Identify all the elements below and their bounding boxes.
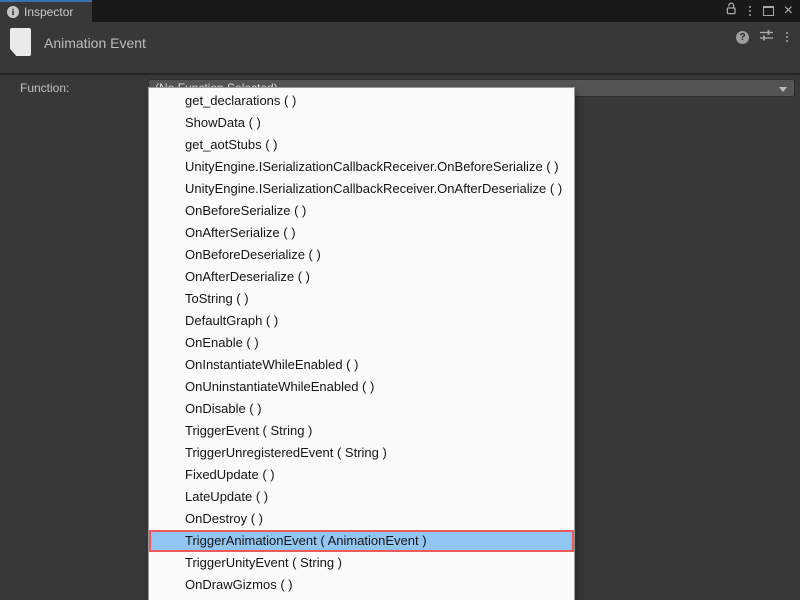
inspector-window: i Inspector × Animation Event ? <box>0 0 800 600</box>
maximize-icon[interactable] <box>763 6 774 16</box>
info-icon: i <box>7 6 19 18</box>
menu-item[interactable]: OnBeforeDeserialize ( ) <box>149 244 574 266</box>
menu-item-label: ToString ( ) <box>185 291 249 306</box>
menu-item-label: DefaultGraph ( ) <box>185 313 278 328</box>
tab-label: Inspector <box>24 5 73 19</box>
menu-item[interactable]: TriggerAnimationEvent ( AnimationEvent ) <box>149 530 574 552</box>
menu-item-label: UnityEngine.ISerializationCallbackReceiv… <box>185 181 562 196</box>
menu-item[interactable]: get_aotStubs ( ) <box>149 134 574 156</box>
menu-item-label: OnUninstantiateWhileEnabled ( ) <box>185 379 374 394</box>
menu-item[interactable]: OnDrawGizmos ( ) <box>149 574 574 596</box>
menu-item[interactable]: OnEnable ( ) <box>149 332 574 354</box>
menu-item-label: OnDrawGizmos ( ) <box>185 577 293 592</box>
tab-bar: i Inspector × <box>0 0 800 22</box>
menu-item[interactable]: UnityEngine.ISerializationCallbackReceiv… <box>149 156 574 178</box>
menu-item[interactable]: UnityEngine.ISerializationCallbackReceiv… <box>149 178 574 200</box>
menu-item-label: OnAfterDeserialize ( ) <box>185 269 310 284</box>
menu-item[interactable]: DefaultGraph ( ) <box>149 310 574 332</box>
topbar-icons: × <box>725 0 793 22</box>
menu-item-label: LateUpdate ( ) <box>185 489 268 504</box>
menu-item[interactable]: get_declarations ( ) <box>149 90 574 112</box>
menu-item[interactable]: ToString ( ) <box>149 288 574 310</box>
menu-item-label: OnInstantiateWhileEnabled ( ) <box>185 357 358 372</box>
tab-inspector[interactable]: i Inspector <box>0 0 92 22</box>
menu-item[interactable]: OnBeforeSerialize ( ) <box>149 200 574 222</box>
context-menu-icon[interactable] <box>784 30 790 44</box>
menu-item[interactable]: OnAfterSerialize ( ) <box>149 222 574 244</box>
presets-icon[interactable] <box>759 28 774 46</box>
menu-item[interactable]: TriggerEvent ( String ) <box>149 420 574 442</box>
header-icons: ? <box>736 28 790 46</box>
menu-item[interactable]: TriggerUnityEvent ( String ) <box>149 552 574 574</box>
function-menu: get_declarations ( ) ShowData ( ) get_ao… <box>148 87 575 600</box>
menu-item[interactable]: FixedUpdate ( ) <box>149 464 574 486</box>
menu-item[interactable]: ShowData ( ) <box>149 112 574 134</box>
component-header: Animation Event ? <box>0 22 800 75</box>
menu-item-label: ShowData ( ) <box>185 115 261 130</box>
menu-item-label: OnBeforeSerialize ( ) <box>185 203 306 218</box>
menu-item-label: TriggerUnregisteredEvent ( String ) <box>185 445 387 460</box>
menu-item[interactable]: OnUninstantiateWhileEnabled ( ) <box>149 376 574 398</box>
menu-item-label: OnEnable ( ) <box>185 335 259 350</box>
menu-item-label: TriggerAnimationEvent ( AnimationEvent ) <box>185 533 427 548</box>
menu-item-label: TriggerEvent ( String ) <box>185 423 312 438</box>
menu-item-label: FixedUpdate ( ) <box>185 467 275 482</box>
help-icon[interactable]: ? <box>736 31 749 44</box>
menu-item-label: get_aotStubs ( ) <box>185 137 278 152</box>
close-icon[interactable]: × <box>784 4 793 18</box>
component-title: Animation Event <box>44 35 146 51</box>
menu-item[interactable]: TriggerUnregisteredEvent ( String ) <box>149 442 574 464</box>
menu-item[interactable]: OnInstantiateWhileEnabled ( ) <box>149 354 574 376</box>
menu-item-label: TriggerUnityEvent ( String ) <box>185 555 342 570</box>
menu-item-label: OnDisable ( ) <box>185 401 262 416</box>
unlock-icon[interactable] <box>725 2 737 20</box>
menu-item[interactable]: LateUpdate ( ) <box>149 486 574 508</box>
script-asset-icon <box>10 28 31 56</box>
menu-item[interactable]: OnAfterDeserialize ( ) <box>149 266 574 288</box>
function-label: Function: <box>20 81 69 95</box>
menu-item-label: UnityEngine.ISerializationCallbackReceiv… <box>185 159 559 174</box>
chevron-down-icon <box>779 87 787 92</box>
menu-item-label: OnBeforeDeserialize ( ) <box>185 247 321 262</box>
menu-item-label: get_declarations ( ) <box>185 93 296 108</box>
kebab-menu-icon[interactable] <box>747 4 753 18</box>
menu-item-label: OnDestroy ( ) <box>185 511 263 526</box>
menu-item[interactable]: OnDestroy ( ) <box>149 508 574 530</box>
menu-item-label: OnAfterSerialize ( ) <box>185 225 296 240</box>
menu-item[interactable]: OnDisable ( ) <box>149 398 574 420</box>
